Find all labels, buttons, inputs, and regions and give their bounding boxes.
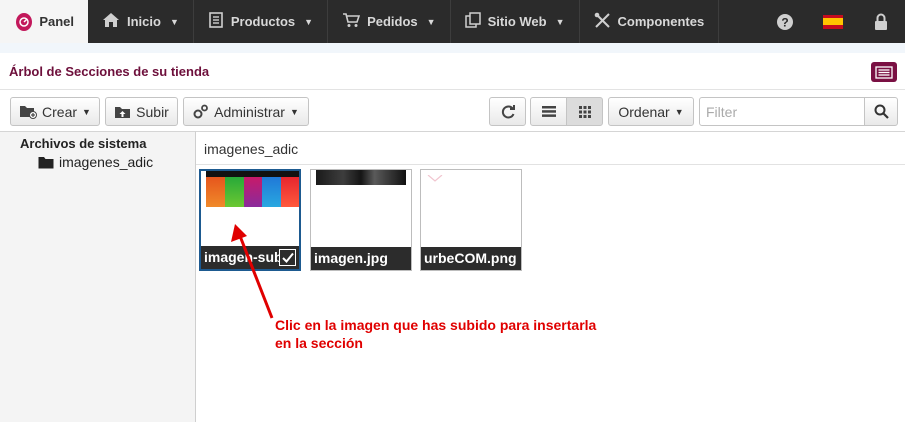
ordenar-button[interactable]: Ordenar ▼: [608, 97, 694, 126]
annotation-line-1: Clic en la imagen que has subido para in…: [275, 317, 597, 333]
grid-view-button[interactable]: [566, 97, 603, 126]
nav-productos[interactable]: Productos ▼: [194, 0, 329, 43]
list-icon: [875, 65, 893, 79]
file-name-text: imagen-subi: [204, 249, 287, 265]
administrar-button[interactable]: Administrar ▼: [183, 97, 309, 126]
search-icon: [874, 104, 889, 119]
list-view-button[interactable]: [530, 97, 567, 126]
nav-productos-label: Productos: [230, 14, 296, 29]
home-icon: [102, 12, 120, 31]
file-name-text: imagen.jpg: [314, 250, 388, 266]
chevron-down-icon: ▼: [426, 16, 436, 27]
nav-pedidos-label: Pedidos: [367, 14, 418, 29]
cart-icon: [342, 12, 361, 31]
checkmark-icon[interactable]: [279, 249, 296, 266]
file-name-text: urbeCOM.png: [424, 250, 517, 266]
tree-item-label: imagenes_adic: [59, 154, 154, 170]
chevron-down-icon: ▼: [304, 16, 314, 27]
dashboard-icon: [16, 12, 33, 31]
chevron-down-icon: ▼: [289, 106, 299, 117]
image-preview: [427, 170, 443, 182]
spanish-flag-icon: [823, 14, 843, 29]
tree-item-imagenes-adic[interactable]: imagenes_adic: [38, 154, 153, 170]
tools-icon: [594, 12, 611, 32]
filter-input[interactable]: [699, 97, 865, 126]
nav-inicio-label: Inicio: [127, 14, 161, 29]
copy-icon: [464, 12, 481, 31]
nav-sitio-web-label: Sitio Web: [487, 14, 547, 29]
subir-label: Subir: [136, 103, 169, 120]
file-thumbnail-urbecom-png[interactable]: urbeCOM.png: [420, 169, 522, 271]
list-view-toggle-button[interactable]: [871, 62, 897, 82]
current-path: imagenes_adic: [196, 132, 905, 165]
list-icon: [541, 106, 556, 117]
nav-panel-label: Panel: [39, 14, 74, 29]
tree-root-label: Archivos de sistema: [20, 136, 147, 151]
refresh-icon: [501, 104, 515, 118]
subir-button[interactable]: Subir: [105, 97, 178, 126]
ordenar-label: Ordenar: [618, 103, 670, 120]
file-browser-area: imagenes_adic: [196, 131, 905, 422]
nav-pedidos[interactable]: Pedidos ▼: [328, 0, 451, 43]
chevron-down-icon: ▼: [169, 16, 179, 27]
crear-button[interactable]: Crear ▼: [10, 97, 100, 126]
nav-inicio[interactable]: Inicio ▼: [88, 0, 194, 43]
new-folder-icon: [20, 106, 38, 119]
section-title: Árbol de Secciones de su tienda: [9, 63, 210, 79]
nav-right-group: ?: [761, 0, 905, 43]
nav-componentes-label: Componentes: [617, 14, 705, 29]
chevron-down-icon: ▼: [82, 106, 91, 117]
chevron-down-icon: ▼: [674, 106, 684, 117]
annotation-line-2: en la sección: [275, 335, 363, 351]
refresh-button[interactable]: [489, 97, 526, 126]
file-name-label: imagen.jpg: [311, 247, 411, 270]
folder-icon: [38, 156, 54, 168]
language-selector[interactable]: [809, 0, 857, 43]
file-manager-toolbar: Crear ▼ Subir Administrar ▼ Ordenar ▼: [0, 89, 905, 131]
folder-tree: Archivos de sistema imagenes_adic: [0, 131, 196, 422]
top-navbar: Panel Inicio ▼ Productos ▼ Pedidos ▼ Sit…: [0, 0, 905, 43]
nav-panel[interactable]: Panel: [0, 0, 88, 43]
svg-text:?: ?: [781, 15, 788, 29]
file-name-label: urbeCOM.png: [421, 247, 521, 270]
annotation-text: Clic en la imagen que has subido para in…: [275, 316, 615, 352]
chevron-down-icon: ▼: [555, 16, 565, 27]
nav-sitio-web[interactable]: Sitio Web ▼: [451, 0, 580, 43]
lock-icon[interactable]: [857, 0, 905, 43]
section-header: Árbol de Secciones de su tienda: [0, 43, 905, 89]
administrar-label: Administrar: [214, 103, 285, 120]
help-icon[interactable]: ?: [761, 0, 809, 43]
search-button[interactable]: [864, 97, 898, 126]
file-thumbnail-imagen-jpg[interactable]: imagen.jpg: [310, 169, 412, 271]
grid-icon: [578, 105, 591, 118]
file-thumbnail-imagen-subi[interactable]: imagen-subi: [199, 169, 301, 271]
nav-componentes[interactable]: Componentes: [580, 0, 720, 43]
gears-icon: [193, 104, 209, 119]
upload-icon: [115, 107, 131, 118]
book-icon: [208, 12, 224, 31]
crear-label: Crear: [42, 103, 78, 120]
image-preview: [316, 170, 406, 185]
